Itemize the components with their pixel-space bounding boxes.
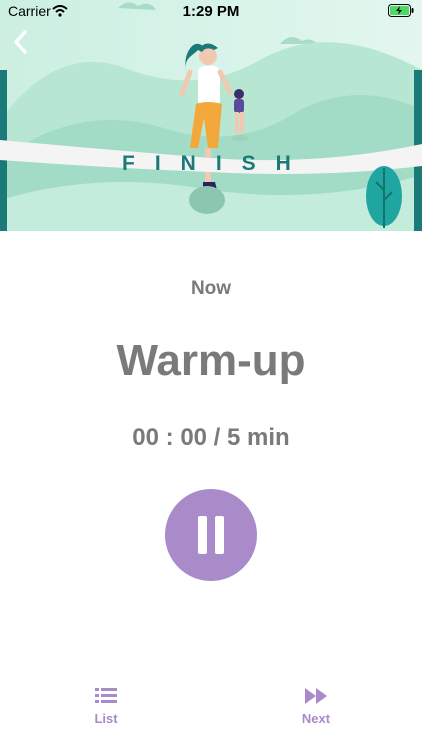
status-bar: Carrier 1:29 PM <box>0 0 422 24</box>
timer-readout: 00 : 00 / 5 min <box>132 424 290 451</box>
chevron-left-icon <box>14 30 27 54</box>
clock: 1:29 PM <box>182 3 240 20</box>
tab-list-label: List <box>94 711 118 726</box>
pause-button[interactable] <box>165 489 257 581</box>
finish-line-illustration: FINISH <box>0 0 422 231</box>
finish-banner-text: FINISH <box>122 152 311 175</box>
fast-forward-icon <box>305 688 327 704</box>
tab-next[interactable]: Next <box>276 688 356 726</box>
battery-charging-icon <box>388 4 414 21</box>
list-icon <box>95 688 117 703</box>
back-button[interactable] <box>8 28 36 56</box>
tab-list[interactable]: List <box>66 688 146 726</box>
tab-next-label: Next <box>301 711 331 726</box>
now-label: Now <box>190 278 232 299</box>
workout-title: Warm-up <box>116 336 306 385</box>
